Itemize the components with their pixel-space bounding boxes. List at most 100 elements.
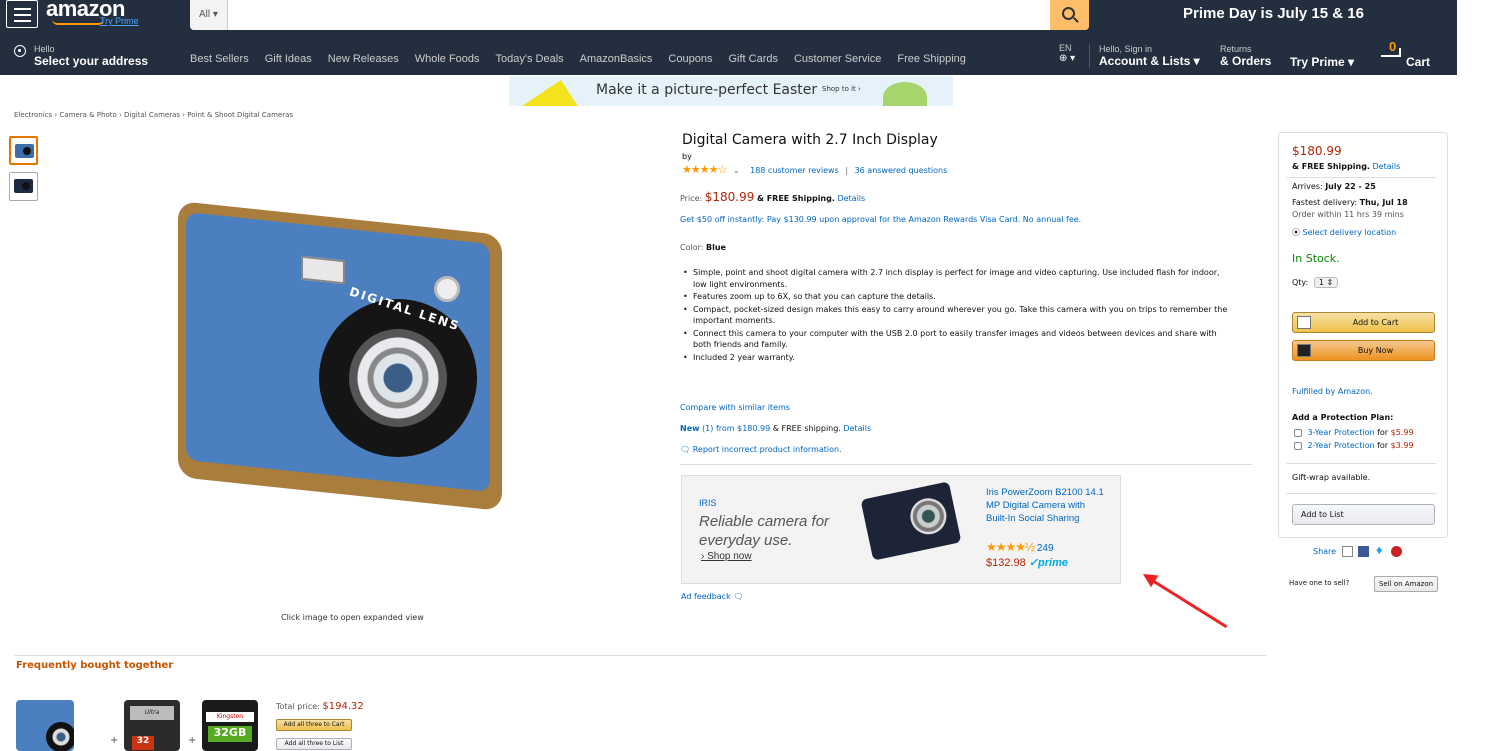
camera-thumbnail-icon (14, 179, 33, 193)
account-menu[interactable]: Hello, Sign in Account & Lists ▾ (1099, 44, 1200, 68)
compare-similar-link[interactable]: Compare with similar items (680, 403, 790, 412)
new-shipping-details-link[interactable]: Details (843, 424, 871, 433)
shipping-details-link[interactable]: Details (837, 194, 865, 203)
plan-label[interactable]: 3-Year Protection (1308, 428, 1375, 437)
search-category-dropdown[interactable]: All ▾ (190, 0, 228, 30)
try-prime-label: Try Prime ▾ (1290, 55, 1355, 69)
quantity-select[interactable]: 1 ⇕ (1313, 277, 1339, 288)
plan-for: for (1377, 441, 1389, 450)
ad-feedback[interactable]: Ad feedback 🗨 (681, 592, 743, 601)
plan-label[interactable]: 2-Year Protection (1308, 441, 1375, 450)
price-label: Price: (680, 194, 703, 203)
feature-bullet: Simple, point and shoot digital camera w… (680, 267, 1235, 290)
banner-text: Make it a picture-perfect Easter (596, 82, 818, 98)
rating-separator: | (845, 166, 849, 175)
search-input[interactable] (230, 0, 1045, 30)
address-hello: Hello (34, 44, 55, 54)
fulfilled-by-amazon-link[interactable]: Fulfilled by Amazon. (1292, 387, 1373, 396)
arrives-label: Arrives: (1292, 182, 1323, 191)
fbt-title: Frequently bought together (16, 660, 174, 671)
breadcrumb[interactable]: Electronics › Camera & Photo › Digital C… (14, 111, 293, 119)
star-rating-icon[interactable]: ★★★★☆ (682, 163, 727, 176)
arrives-value: July 22 - 25 (1325, 182, 1376, 191)
nav-link-gift-ideas[interactable]: Gift Ideas (265, 53, 312, 65)
cart-label: Cart (1406, 55, 1431, 69)
orders-link[interactable]: Returns & Orders (1220, 44, 1271, 68)
add-all-to-list-button[interactable]: Add all three to List (276, 738, 352, 750)
nav-link-customer-service[interactable]: Customer Service (794, 53, 881, 65)
search-button[interactable] (1050, 0, 1089, 30)
cart-icon[interactable]: 0 (1377, 39, 1403, 62)
new-shipping-label: & FREE shipping. (772, 424, 841, 433)
customer-reviews-link[interactable]: 188 customer reviews (750, 166, 839, 175)
rating-dropdown-icon[interactable]: ⌄ (733, 166, 740, 175)
price-row: Price: $180.99 & FREE Shipping. Details (680, 190, 865, 204)
new-offers-link[interactable]: (1) from $180.99 (702, 424, 770, 433)
prime-day-promo[interactable]: Prime Day is July 15 & 16 (1183, 5, 1364, 22)
add-all-to-cart-button[interactable]: Add all three to Cart (276, 719, 352, 731)
ad-price-row: $132.98 ✓prime (986, 556, 1068, 569)
nav-link-whole-foods[interactable]: Whole Foods (415, 53, 480, 65)
ad-price: $132.98 (986, 557, 1026, 569)
nav-link-gift-cards[interactable]: Gift Cards (728, 53, 778, 65)
protection-checkbox[interactable] (1294, 428, 1302, 437)
ad-shop-now-link[interactable]: › Shop now (701, 551, 752, 562)
nav-top-bar: amazon Try Prime All ▾ Prime Day is July… (0, 0, 1457, 30)
protection-plan-2yr[interactable]: 2-Year Protection for $3.99 (1294, 441, 1414, 450)
cart-link[interactable]: Cart (1406, 55, 1430, 69)
ad-rating[interactable]: ★★★★½ 249 (986, 540, 1054, 554)
protection-checkbox[interactable] (1294, 441, 1302, 450)
pinterest-icon[interactable] (1391, 546, 1403, 557)
nav-link-coupons[interactable]: Coupons (668, 53, 712, 65)
add-to-cart-button[interactable]: Add to Cart (1292, 312, 1435, 333)
share-label[interactable]: Share (1313, 547, 1336, 556)
sell-on-amazon-button[interactable]: Sell on Amazon (1374, 576, 1438, 592)
report-incorrect-info[interactable]: 🗨 Report incorrect product information. (680, 445, 842, 454)
ad-review-count: 249 (1036, 543, 1054, 554)
nav-link-amazonbasics[interactable]: AmazonBasics (580, 53, 653, 65)
ad-feedback-link[interactable]: Ad feedback (681, 592, 731, 601)
logo-smile-icon (52, 19, 104, 25)
facebook-icon[interactable] (1358, 546, 1370, 557)
report-incorrect-link[interactable]: Report incorrect product information. (693, 445, 842, 454)
fbt-item-sd-card-2[interactable]: Kingston 32GB (202, 700, 258, 751)
thumbnail-2[interactable] (9, 172, 38, 201)
protection-plan-3yr[interactable]: 3-Year Protection for $5.99 (1294, 428, 1414, 437)
fbt-item-camera[interactable] (16, 700, 74, 751)
nav-link-new-releases[interactable]: New Releases (328, 53, 399, 65)
ad-product-image[interactable] (860, 481, 962, 561)
try-prime-link[interactable]: Try Prime (100, 16, 139, 26)
main-product-image[interactable]: DIGITAL LENS (178, 200, 502, 512)
sponsored-ad[interactable]: IRIS Reliable camera for everyday use. ›… (681, 475, 1121, 584)
plan-price: $3.99 (1390, 441, 1414, 450)
menu-icon[interactable] (6, 0, 38, 28)
answered-questions-link[interactable]: 36 answered questions (855, 166, 948, 175)
new-label[interactable]: New (680, 424, 700, 433)
color-label: Color: (680, 243, 704, 252)
nav-link-free-shipping[interactable]: Free Shipping (897, 53, 966, 65)
total-price-value: $194.32 (322, 701, 364, 712)
camera-thumbnail-icon (15, 144, 34, 158)
ad-product-name[interactable]: Iris PowerZoom B2100 14.1 MP Digital Cam… (986, 486, 1106, 525)
nav-link-todays-deals[interactable]: Today's Deals (496, 53, 564, 65)
nav-link-best-sellers[interactable]: Best Sellers (190, 53, 249, 65)
thumbnail-1[interactable] (9, 136, 38, 165)
email-icon[interactable] (1341, 546, 1353, 557)
buybox-shipping-details[interactable]: Details (1373, 162, 1401, 171)
language-selector[interactable]: EN ⊕ ▾ (1059, 43, 1075, 64)
gift-wrap-note: Gift-wrap available. (1292, 473, 1371, 482)
delivery-location[interactable]: ⦿ Select delivery location (1292, 227, 1396, 238)
rewards-card-offer[interactable]: Get $50 off instantly: Pay $130.99 upon … (680, 215, 1081, 224)
try-prime-menu[interactable]: Try Prime ▾ (1290, 55, 1354, 69)
qty-label: Qty: (1292, 278, 1309, 287)
add-to-list-button[interactable]: Add to List (1292, 504, 1435, 525)
sd-card-size: 32 (132, 736, 154, 750)
buy-now-button[interactable]: Buy Now (1292, 340, 1435, 361)
banner-cta[interactable]: Shop to it › (822, 85, 861, 93)
twitter-icon[interactable]: ♦ (1375, 546, 1386, 557)
fbt-item-sd-card-1[interactable]: Ultra 32 (124, 700, 180, 751)
easter-banner[interactable]: Make it a picture-perfect Easter Shop to… (509, 76, 953, 106)
new-offers-row: New (1) from $180.99 & FREE shipping. De… (680, 424, 871, 433)
select-delivery-location-link[interactable]: Select delivery location (1303, 228, 1397, 237)
product-price: $180.99 (704, 190, 755, 204)
